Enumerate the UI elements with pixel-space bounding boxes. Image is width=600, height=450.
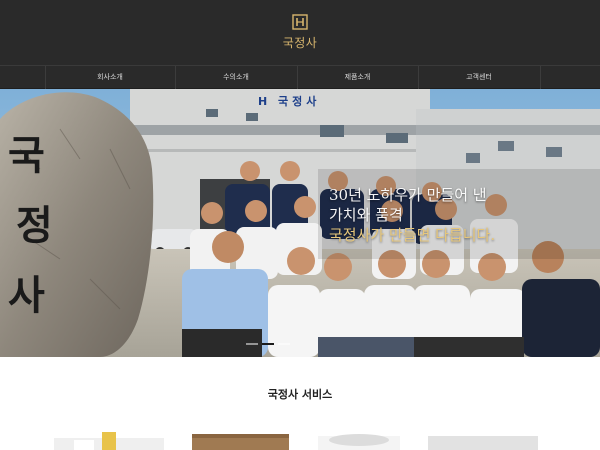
service-image-4 <box>428 436 538 450</box>
logo-emblem-icon <box>292 14 308 30</box>
nav-item-label: 회사소개 <box>97 73 123 81</box>
service-image-1 <box>54 432 164 450</box>
service-card-1[interactable] <box>54 432 164 450</box>
service-card-4[interactable] <box>428 432 538 450</box>
service-image-2 <box>192 434 289 450</box>
slider-dot-3[interactable] <box>278 343 290 345</box>
nav-item-label: 수의소개 <box>223 73 249 81</box>
nav-item-label: 고객센터 <box>466 73 492 81</box>
slider-dot-1[interactable] <box>246 343 258 345</box>
slider-pagination <box>246 343 306 347</box>
nav-item-company[interactable]: 회사소개 <box>45 66 175 89</box>
services-section-title: 국정사 서비스 <box>267 388 333 401</box>
building-sign-text: 국정사 <box>278 94 320 108</box>
service-card-2[interactable] <box>192 432 289 450</box>
service-image-3 <box>318 434 400 450</box>
service-card-3[interactable] <box>318 432 400 450</box>
stone-char-3: 사 <box>8 272 45 319</box>
nav-item-label: 제품소개 <box>344 73 371 81</box>
main-navigation: 회사소개 수의소개 제품소개 고객센터 <box>0 65 600 89</box>
nav-item-shroud[interactable]: 수의소개 <box>175 66 297 89</box>
nav-divider <box>540 66 541 89</box>
nav-item-support[interactable]: 고객센터 <box>418 66 540 89</box>
logo-text: 국정사 <box>282 36 318 50</box>
hero-caption-line2: 가치와 품격 <box>329 206 403 224</box>
hero-caption-line1: 30년 노하우가 만들어 낸 <box>329 186 487 204</box>
site-logo[interactable]: 국정사 <box>250 10 350 55</box>
stone-char-2: 정 <box>16 202 53 249</box>
site-header: 국정사 <box>0 0 600 65</box>
nav-item-products[interactable]: 제품소개 <box>297 66 418 89</box>
hero-caption: 30년 노하우가 만들어 낸 가치와 품격 국정사가 만들면 다릅니다. <box>329 185 599 245</box>
hero-caption-line3: 국정사가 만들면 다릅니다. <box>329 226 496 244</box>
stone-char-1: 국 <box>8 132 45 179</box>
svg-text:H: H <box>258 95 267 108</box>
hero-slider[interactable]: H 국정사 국 정 사 30년 노하우가 만들어 낸 가치와 품격 국정사가 만… <box>0 89 600 357</box>
slider-dot-2[interactable] <box>262 343 274 345</box>
